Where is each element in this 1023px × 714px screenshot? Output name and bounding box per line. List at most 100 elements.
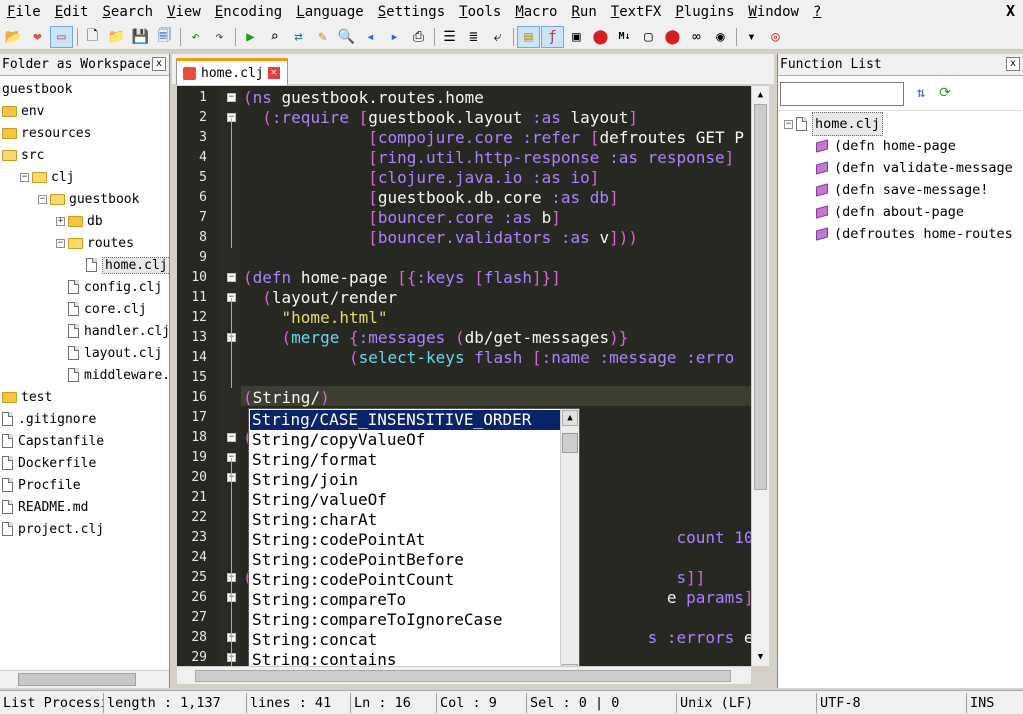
autocomplete-item[interactable]: String/valueOf [252, 490, 387, 510]
scroll-down-icon[interactable]: ▼ [754, 650, 767, 664]
function-item[interactable]: (defroutes home-routes [816, 223, 1013, 245]
scroll-thumb[interactable] [754, 104, 767, 490]
tree-item[interactable]: + db [56, 210, 103, 232]
function-root[interactable]: − home.clj [784, 112, 884, 136]
tree-item[interactable]: − clj [20, 166, 74, 188]
scroll-thumb[interactable] [195, 670, 731, 682]
menu-item-language[interactable]: Language [289, 0, 370, 24]
autocomplete-item[interactable]: String:compareToIgnoreCase [252, 610, 502, 630]
collapse-icon[interactable]: − [20, 172, 29, 182]
lifebuoy-icon[interactable]: ◎ [764, 26, 787, 48]
menu-item-settings[interactable]: Settings [371, 0, 452, 24]
tree-item[interactable]: resources [2, 122, 91, 144]
autocomplete-item[interactable]: String/format [252, 450, 377, 470]
panel-icon[interactable]: ▣ [565, 26, 588, 48]
find-icon[interactable]: 🔍 [335, 26, 358, 48]
menu-item-view[interactable]: View [160, 0, 208, 24]
code-line[interactable]: (String/) [243, 388, 330, 408]
menu-item-macro[interactable]: Macro [508, 0, 564, 24]
print-icon[interactable]: ⎙ [407, 26, 430, 48]
redo-icon[interactable]: ↷ [208, 26, 231, 48]
menu-item-textfx[interactable]: TextFX [604, 0, 669, 24]
tree-item[interactable]: middleware.c [56, 364, 169, 386]
scroll-up-icon[interactable]: ▲ [754, 88, 767, 102]
tree-item[interactable]: home.clj [74, 254, 169, 276]
func-list-icon[interactable]: ƒ [541, 25, 564, 48]
tree-item[interactable]: guestbook [2, 78, 72, 100]
menu-item-tools[interactable]: Tools [452, 0, 508, 24]
outdent-icon[interactable]: ≣ [462, 26, 485, 48]
tree-item[interactable]: core.clj [56, 298, 147, 320]
autocomplete-item[interactable]: String/copyValueOf [252, 430, 425, 450]
tree-item[interactable]: layout.clj [56, 342, 162, 364]
menu-item-edit[interactable]: Edit [48, 0, 96, 24]
wrap-icon[interactable]: ⤶ [486, 26, 509, 48]
close-icon[interactable]: x [1006, 57, 1020, 71]
autocomplete-item[interactable]: String:codePointBefore [252, 550, 464, 570]
tree-item[interactable]: test [2, 386, 52, 408]
fold-toggle-icon[interactable]: − [227, 433, 236, 442]
function-item[interactable]: (defn validate-message [816, 157, 1013, 179]
function-search-input[interactable] [780, 82, 904, 106]
forward-icon[interactable]: ▸ [383, 26, 406, 48]
code-line[interactable]: (ns guestbook.routes.home [243, 88, 484, 108]
code-line[interactable]: (merge {:messages (db/get-messages)} [243, 328, 629, 348]
save-icon[interactable]: 💾 [129, 26, 152, 48]
tree-item[interactable]: README.md [2, 496, 88, 518]
menu-item-plugins[interactable]: Plugins [668, 0, 741, 24]
menu-item-window[interactable]: Window [741, 0, 806, 24]
new-file-icon[interactable]: 🗋 [81, 26, 104, 48]
tree-item[interactable]: .gitignore [2, 408, 96, 430]
tree-item[interactable]: Capstanfile [2, 430, 104, 452]
code-line[interactable]: (defn home-page [{:keys [flash]}] [243, 268, 561, 288]
collapse-icon[interactable]: − [784, 119, 793, 129]
tree-item[interactable]: config.clj [56, 276, 162, 298]
tree-item[interactable]: − guestbook [38, 188, 139, 210]
autocomplete-item[interactable]: String:charAt [252, 510, 377, 530]
scroll-thumb[interactable] [562, 433, 578, 453]
tree-item[interactable]: Procfile [2, 474, 81, 496]
eye-icon[interactable]: ◉ [709, 26, 732, 48]
link-icon[interactable]: ∞ [685, 26, 708, 48]
code-line[interactable]: "home.html" [243, 308, 388, 328]
code-line[interactable]: [bouncer.core :as b] [243, 208, 561, 228]
menu-item-run[interactable]: Run [564, 0, 603, 24]
code-line[interactable]: (:require [guestbook.layout :as layout] [243, 108, 638, 128]
back-icon[interactable]: ◂ [359, 26, 382, 48]
fold-toggle-icon[interactable]: − [227, 273, 236, 282]
tree-item[interactable]: src [2, 144, 44, 166]
pen-icon[interactable]: ✎ [311, 26, 334, 48]
tree-item[interactable]: env [2, 100, 44, 122]
code-line[interactable]: (layout/render [243, 288, 397, 308]
tree-item[interactable]: Dockerfile [2, 452, 96, 474]
markdown-icon[interactable]: M↓ [613, 26, 636, 48]
collapse-icon[interactable]: − [38, 194, 47, 204]
code-line[interactable]: [compojure.core :refer [defroutes GET P [243, 128, 744, 148]
close-doc-icon[interactable]: ▭ [50, 25, 73, 48]
autocomplete-item[interactable]: String:concat [252, 630, 377, 650]
code-line[interactable]: [clojure.java.io :as io] [243, 168, 599, 188]
tab-home-clj[interactable]: home.clj ✕ [176, 58, 288, 85]
scroll-thumb[interactable] [18, 673, 136, 686]
save-all-icon[interactable]: 🗐 [153, 26, 176, 48]
menu-item-file[interactable]: File [0, 0, 48, 24]
binoculars-icon[interactable]: ⌕ [263, 26, 286, 48]
autocomplete-item[interactable]: String/CASE_INSENSITIVE_ORDER [249, 409, 561, 431]
sort-icon[interactable]: ⇅ [912, 84, 930, 102]
tree-item[interactable]: project.clj [2, 518, 104, 540]
editor-horizontal-scrollbar[interactable] [177, 666, 751, 684]
favorite-icon[interactable]: ❤ [26, 26, 49, 48]
autocomplete-item[interactable]: String:codePointAt [252, 530, 425, 550]
editor-vertical-scrollbar[interactable]: ▲ ▼ [751, 86, 769, 666]
run-icon[interactable]: ▶ [239, 26, 262, 48]
stop-icon[interactable]: ⬤ [661, 26, 684, 48]
monitor-icon[interactable]: ▢ [637, 26, 660, 48]
tree-item[interactable]: − routes [56, 232, 134, 254]
doc-map-icon[interactable]: ▤ [517, 25, 540, 48]
horizontal-scrollbar[interactable] [0, 670, 169, 688]
code-line[interactable]: [guestbook.db.core :as db] [243, 188, 618, 208]
new-folder-icon[interactable]: 📂 [2, 26, 25, 48]
fold-toggle-icon[interactable]: − [227, 93, 236, 102]
undo-icon[interactable]: ↶ [184, 26, 207, 48]
scroll-up-icon[interactable]: ▲ [562, 410, 578, 426]
